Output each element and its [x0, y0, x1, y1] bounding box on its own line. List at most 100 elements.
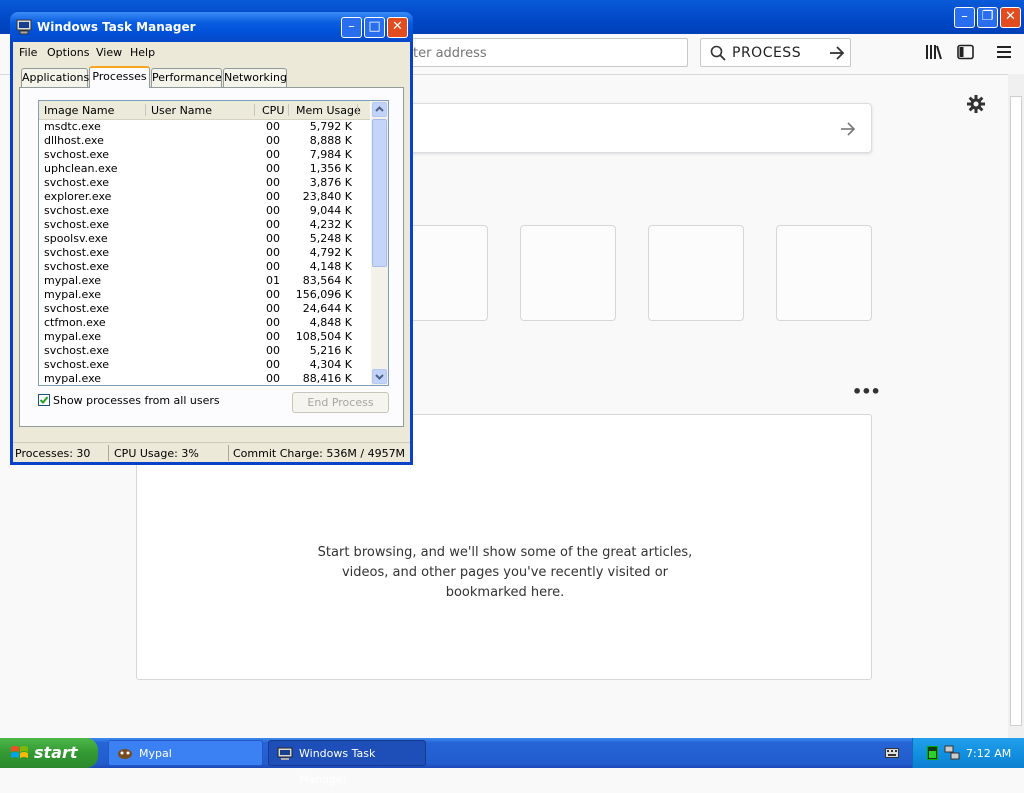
column-separator[interactable] — [357, 104, 358, 116]
page-scrollbar-thumb[interactable] — [1010, 96, 1022, 726]
process-row[interactable]: ctfmon.exe 00 4,848 K — [39, 316, 370, 330]
process-row[interactable]: msdtc.exe 00 5,792 K — [39, 120, 370, 134]
column-mem-usage[interactable]: Mem Usage — [296, 104, 361, 117]
taskbar-item-mypal[interactable]: Mypal — [108, 740, 263, 766]
process-name: mypal.exe — [44, 288, 102, 301]
menu-options[interactable]: Options — [47, 46, 89, 59]
url-bar[interactable] — [400, 38, 688, 67]
taskbar-item-task-manager[interactable]: Windows Task Manager — [268, 740, 426, 786]
process-row[interactable]: dllhost.exe 00 8,888 K — [39, 134, 370, 148]
tab-processes[interactable]: Processes — [89, 66, 150, 88]
process-name: mypal.exe — [44, 330, 102, 343]
process-list-scrollbar[interactable] — [371, 101, 388, 385]
process-row[interactable]: svchost.exe 00 4,792 K — [39, 246, 370, 260]
menu-icon[interactable] — [996, 44, 1012, 60]
start-button[interactable]: start — [0, 738, 98, 768]
process-row[interactable]: mypal.exe 00 156,096 K — [39, 288, 370, 302]
column-cpu[interactable]: CPU — [262, 104, 284, 117]
column-user-name[interactable]: User Name — [151, 104, 212, 117]
top-site-tile[interactable] — [520, 225, 616, 321]
task-manager-body: File Options View Help Applications Proc… — [13, 42, 410, 462]
mypal-app-icon — [118, 749, 132, 759]
process-name: svchost.exe — [44, 246, 110, 259]
status-divider — [228, 445, 229, 461]
menu-view[interactable]: View — [96, 46, 122, 59]
process-row[interactable]: svchost.exe 00 4,304 K — [39, 358, 370, 372]
tab-performance[interactable]: Performance — [151, 68, 222, 87]
newtab-search-box[interactable] — [400, 103, 872, 153]
checkbox-box[interactable] — [38, 394, 50, 406]
process-list[interactable]: Image Name User Name CPU Mem Usage msdtc… — [38, 100, 389, 386]
taskbar-item-label: Mypal — [139, 747, 172, 760]
network-icon[interactable] — [944, 745, 960, 761]
menu-file[interactable]: File — [19, 46, 37, 59]
process-row[interactable]: spoolsv.exe 00 5,248 K — [39, 232, 370, 246]
task-manager-titlebar[interactable]: Windows Task Manager – □ ✕ — [10, 12, 413, 42]
process-name: msdtc.exe — [44, 120, 101, 133]
url-input[interactable] — [411, 43, 675, 63]
process-name: uphclean.exe — [44, 162, 118, 175]
scrollbar-thumb[interactable] — [372, 119, 387, 267]
task-manager-icon — [16, 19, 32, 35]
process-row[interactable]: svchost.exe 00 4,232 K — [39, 218, 370, 232]
column-image-name[interactable]: Image Name — [44, 104, 114, 117]
process-list-header: Image Name User Name CPU Mem Usage — [39, 101, 370, 120]
process-mem-usage: 108,504 K — [295, 330, 352, 343]
page-scrollbar[interactable] — [1008, 74, 1024, 738]
process-row[interactable]: svchost.exe 00 7,984 K — [39, 148, 370, 162]
process-name: mypal.exe — [44, 274, 102, 287]
process-row[interactable]: svchost.exe 00 24,644 K — [39, 302, 370, 316]
process-row[interactable]: svchost.exe 00 4,148 K — [39, 260, 370, 274]
tab-applications[interactable]: Applications — [21, 68, 89, 87]
tab-networking[interactable]: Networking — [223, 68, 287, 87]
highlights-menu-button[interactable]: ••• — [852, 382, 881, 401]
end-process-button[interactable]: End Process — [292, 392, 389, 413]
performance-monitor-icon[interactable] — [927, 746, 938, 760]
process-row[interactable]: uphclean.exe 00 1,356 K — [39, 162, 370, 176]
column-separator[interactable] — [145, 104, 146, 116]
process-row[interactable]: mypal.exe 00 108,504 K — [39, 330, 370, 344]
process-name: explorer.exe — [44, 190, 112, 203]
process-mem-usage: 4,232 K — [309, 218, 352, 231]
search-go-arrow-icon[interactable] — [839, 120, 857, 138]
process-mem-usage: 8,888 K — [309, 134, 352, 147]
column-separator[interactable] — [288, 104, 289, 116]
menu-help[interactable]: Help — [130, 46, 155, 59]
process-cpu: 00 — [266, 218, 280, 231]
task-manager-icon — [277, 747, 293, 760]
gear-icon[interactable] — [966, 94, 986, 114]
process-row[interactable]: explorer.exe 00 23,840 K — [39, 190, 370, 204]
scroll-up-button[interactable] — [372, 102, 387, 117]
search-icon — [710, 45, 726, 61]
process-row[interactable]: svchost.exe 00 5,216 K — [39, 344, 370, 358]
window-title: Windows Task Manager — [37, 20, 196, 34]
process-cpu: 00 — [266, 246, 280, 259]
tm-close-button[interactable]: ✕ — [387, 17, 408, 38]
process-mem-usage: 1,356 K — [309, 162, 352, 175]
search-box[interactable]: PROCESS — [700, 38, 851, 67]
process-row[interactable]: mypal.exe 01 83,564 K — [39, 274, 370, 288]
minimize-button[interactable]: – — [954, 7, 975, 28]
tm-minimize-button[interactable]: – — [341, 17, 362, 38]
scroll-down-button[interactable] — [372, 369, 387, 384]
process-cpu: 00 — [266, 162, 280, 175]
go-arrow-icon[interactable] — [828, 44, 846, 62]
process-row[interactable]: mypal.exe 00 88,416 K — [39, 372, 370, 385]
top-site-tile[interactable] — [648, 225, 744, 321]
empty-message-line: videos, and other pages you've recently … — [341, 565, 668, 580]
process-row[interactable]: svchost.exe 00 3,876 K — [39, 176, 370, 190]
process-cpu: 00 — [266, 204, 280, 217]
column-separator[interactable] — [254, 104, 255, 116]
process-row[interactable]: svchost.exe 00 9,044 K — [39, 204, 370, 218]
task-manager-window: Windows Task Manager – □ ✕ File Options … — [10, 12, 413, 465]
tm-maximize-button[interactable]: □ — [364, 17, 385, 38]
library-icon[interactable] — [925, 44, 943, 60]
top-site-tile[interactable] — [776, 225, 872, 321]
clock[interactable]: 7:12 AM — [966, 747, 1011, 760]
close-button[interactable]: ✕ — [1000, 7, 1021, 28]
restore-button[interactable]: ❐ — [977, 7, 998, 28]
keyboard-icon[interactable] — [885, 748, 899, 758]
search-text: PROCESS — [732, 45, 802, 61]
process-mem-usage: 88,416 K — [302, 372, 352, 385]
sidebar-icon[interactable] — [957, 44, 975, 60]
